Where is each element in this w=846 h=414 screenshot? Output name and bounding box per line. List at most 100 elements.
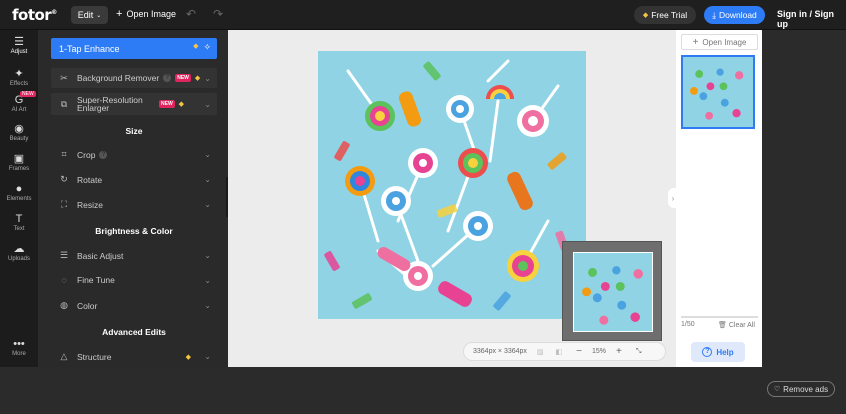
color-item[interactable]: ◍ Color ⌄ (51, 300, 217, 311)
image-thumbnail[interactable] (681, 55, 755, 129)
image-dimensions: 3364px × 3364px (473, 348, 527, 355)
help-icon[interactable]: ? (99, 150, 108, 159)
sidebar-item-text[interactable]: T Text (0, 213, 38, 232)
right-gutter (762, 30, 846, 367)
uploads-icon: ☁ (13, 243, 25, 255)
more-icon: ••• (13, 338, 25, 350)
plus-icon: + (116, 8, 123, 20)
lollipop-image (318, 51, 586, 319)
trash-icon: 🗑 (718, 322, 727, 329)
candy-photo[interactable] (318, 51, 586, 319)
open-image-panel-button[interactable]: + Open Image (681, 34, 758, 50)
open-image-button[interactable]: + Open Image (116, 8, 176, 20)
download-button[interactable]: ⤓ Download (704, 6, 765, 24)
remove-ads-button[interactable]: ♡ Remove ads (767, 381, 835, 397)
sidebar-item-adjust[interactable]: ☰ Adjust (0, 36, 38, 55)
fotor-logo[interactable]: fotor® (12, 6, 57, 24)
resize-item[interactable]: ⛶ Resize ⌄ (51, 199, 217, 210)
diamond-icon: ♡ (773, 386, 781, 393)
image-icon[interactable]: ▨ (537, 348, 544, 356)
palette-icon: ◍ (60, 300, 68, 310)
fine-tune-item[interactable]: ◌ Fine Tune ⌄ (51, 275, 217, 285)
diamond-icon: ◆ (185, 353, 191, 361)
new-badge: NEW (20, 91, 36, 97)
elements-icon: ● (15, 183, 23, 195)
enlarge-icon: ⧉ (60, 98, 68, 109)
triangle-icon: △ (60, 351, 68, 361)
frames-icon: ▣ (13, 153, 25, 165)
size-section-title: Size (125, 126, 143, 136)
question-icon: ? (702, 347, 713, 357)
adjust-icon: ☰ (14, 36, 24, 48)
chevron-down-icon: ⌄ (204, 73, 211, 83)
sidebar-item-uploads[interactable]: ☁ Uploads (0, 243, 38, 262)
rotate-icon: ↻ (60, 174, 68, 184)
basic-adjust-item[interactable]: ☰ Basic Adjust ⌄ (51, 250, 217, 261)
download-icon: ⤓ (712, 9, 716, 20)
zoom-out-icon[interactable]: − (576, 346, 582, 357)
sidebar-item-effects[interactable]: ✦ Effects (0, 68, 38, 87)
crop-item[interactable]: ⌗ Crop? ⌄ (51, 149, 217, 160)
chevron-down-icon: ⌄ (204, 175, 211, 184)
footer-bar (0, 367, 846, 414)
clear-all-button[interactable]: 🗑 Clear All (718, 321, 755, 329)
chevron-down-icon: ⌄ (204, 200, 211, 209)
redo-icon[interactable]: ↷ (213, 7, 223, 21)
one-tap-enhance-button[interactable]: 1-Tap Enhance ◆ ✧ (51, 38, 217, 59)
sidebar-item-more[interactable]: ••• More (0, 338, 38, 357)
help-button[interactable]: ? Help (691, 342, 745, 362)
structure-item[interactable]: △ Structure ◆ ⌄ (51, 351, 217, 362)
sidebar-item-beauty[interactable]: ◉ Beauty (0, 123, 38, 142)
text-icon: T (15, 213, 23, 225)
advanced-section-title: Advanced Edits (102, 327, 166, 337)
image-count-bar (681, 316, 758, 318)
super-resolution-item[interactable]: ⧉ Super-Resolution Enlarger NEW ◆ ⌄ (51, 93, 217, 115)
rotate-item[interactable]: ↻ Rotate ⌄ (51, 174, 217, 185)
fit-screen-icon[interactable]: ⤡ (636, 348, 642, 356)
diamond-icon: ◆ (178, 101, 185, 108)
zoom-in-icon[interactable]: + (616, 346, 622, 357)
effects-icon: ✦ (14, 68, 24, 80)
sidebar-item-ai-art[interactable]: NEW G AI Art (0, 91, 38, 113)
sliders-icon: ☰ (59, 250, 69, 260)
sidebar-item-elements[interactable]: ● Elements (0, 183, 38, 202)
chevron-down-icon: ⌄ (204, 251, 211, 260)
drop-icon: ◌ (61, 275, 67, 285)
thumbnail-image (683, 57, 753, 127)
minimap-viewport[interactable] (573, 252, 653, 332)
chevron-down-icon: ⌄ (204, 99, 211, 109)
canvas-status-bar: 3364px × 3364px ▨ ◧ − 15% + ⤡ (463, 342, 666, 361)
compare-icon[interactable]: ◧ (556, 348, 563, 356)
undo-icon[interactable]: ↶ (186, 7, 196, 21)
tool-sidebar: ☰ Adjust ✦ Effects NEW G AI Art ◉ Beauty ▣ Fra… (0, 30, 38, 367)
background-remover-item[interactable]: ✂ Background Remover? NEW ◆ ⌄ (51, 68, 217, 88)
image-list-panel: + Open Image 1/50 🗑 Clear All ? Help (676, 30, 762, 367)
plus-icon: + (692, 36, 699, 48)
help-icon[interactable]: ? (163, 74, 172, 82)
crop-icon: ⌗ (61, 149, 67, 159)
diamond-icon: ◆ (642, 12, 649, 19)
diamond-icon: ◆ (193, 43, 199, 50)
magic-wand-icon: ✧ (203, 42, 211, 52)
scissors-icon: ✂ (60, 72, 68, 83)
zoom-level[interactable]: 15% (592, 348, 606, 355)
adjust-panel: 1-Tap Enhance ◆ ✧ ✂ Background Remover? NEW ◆… (38, 30, 228, 367)
chevron-down-icon: ⌄ (204, 275, 211, 285)
new-badge: NEW (175, 74, 191, 82)
chevron-down-icon: ⌄ (204, 301, 211, 310)
new-badge: NEW (159, 100, 175, 108)
signin-link[interactable]: Sign in / Sign up (777, 9, 846, 29)
resize-icon: ⛶ (60, 199, 68, 209)
free-trial-button[interactable]: ◆ Free Trial (634, 6, 696, 24)
chevron-down-icon: ⌄ (96, 12, 102, 19)
top-bar: fotor® Edit ⌄ + Open Image ↶ ↷ ◆ Free Trial… (0, 0, 846, 30)
beauty-icon: ◉ (14, 123, 24, 135)
chevron-down-icon: ⌄ (204, 352, 211, 361)
edit-menu-button[interactable]: Edit ⌄ (71, 6, 108, 24)
brightness-section-title: Brightness & Color (95, 226, 173, 236)
chevron-down-icon: ⌄ (204, 150, 211, 159)
diamond-icon: ◆ (194, 75, 201, 82)
image-count: 1/50 (681, 321, 695, 328)
sidebar-item-frames[interactable]: ▣ Frames (0, 153, 38, 172)
navigator-minimap[interactable] (562, 241, 662, 341)
